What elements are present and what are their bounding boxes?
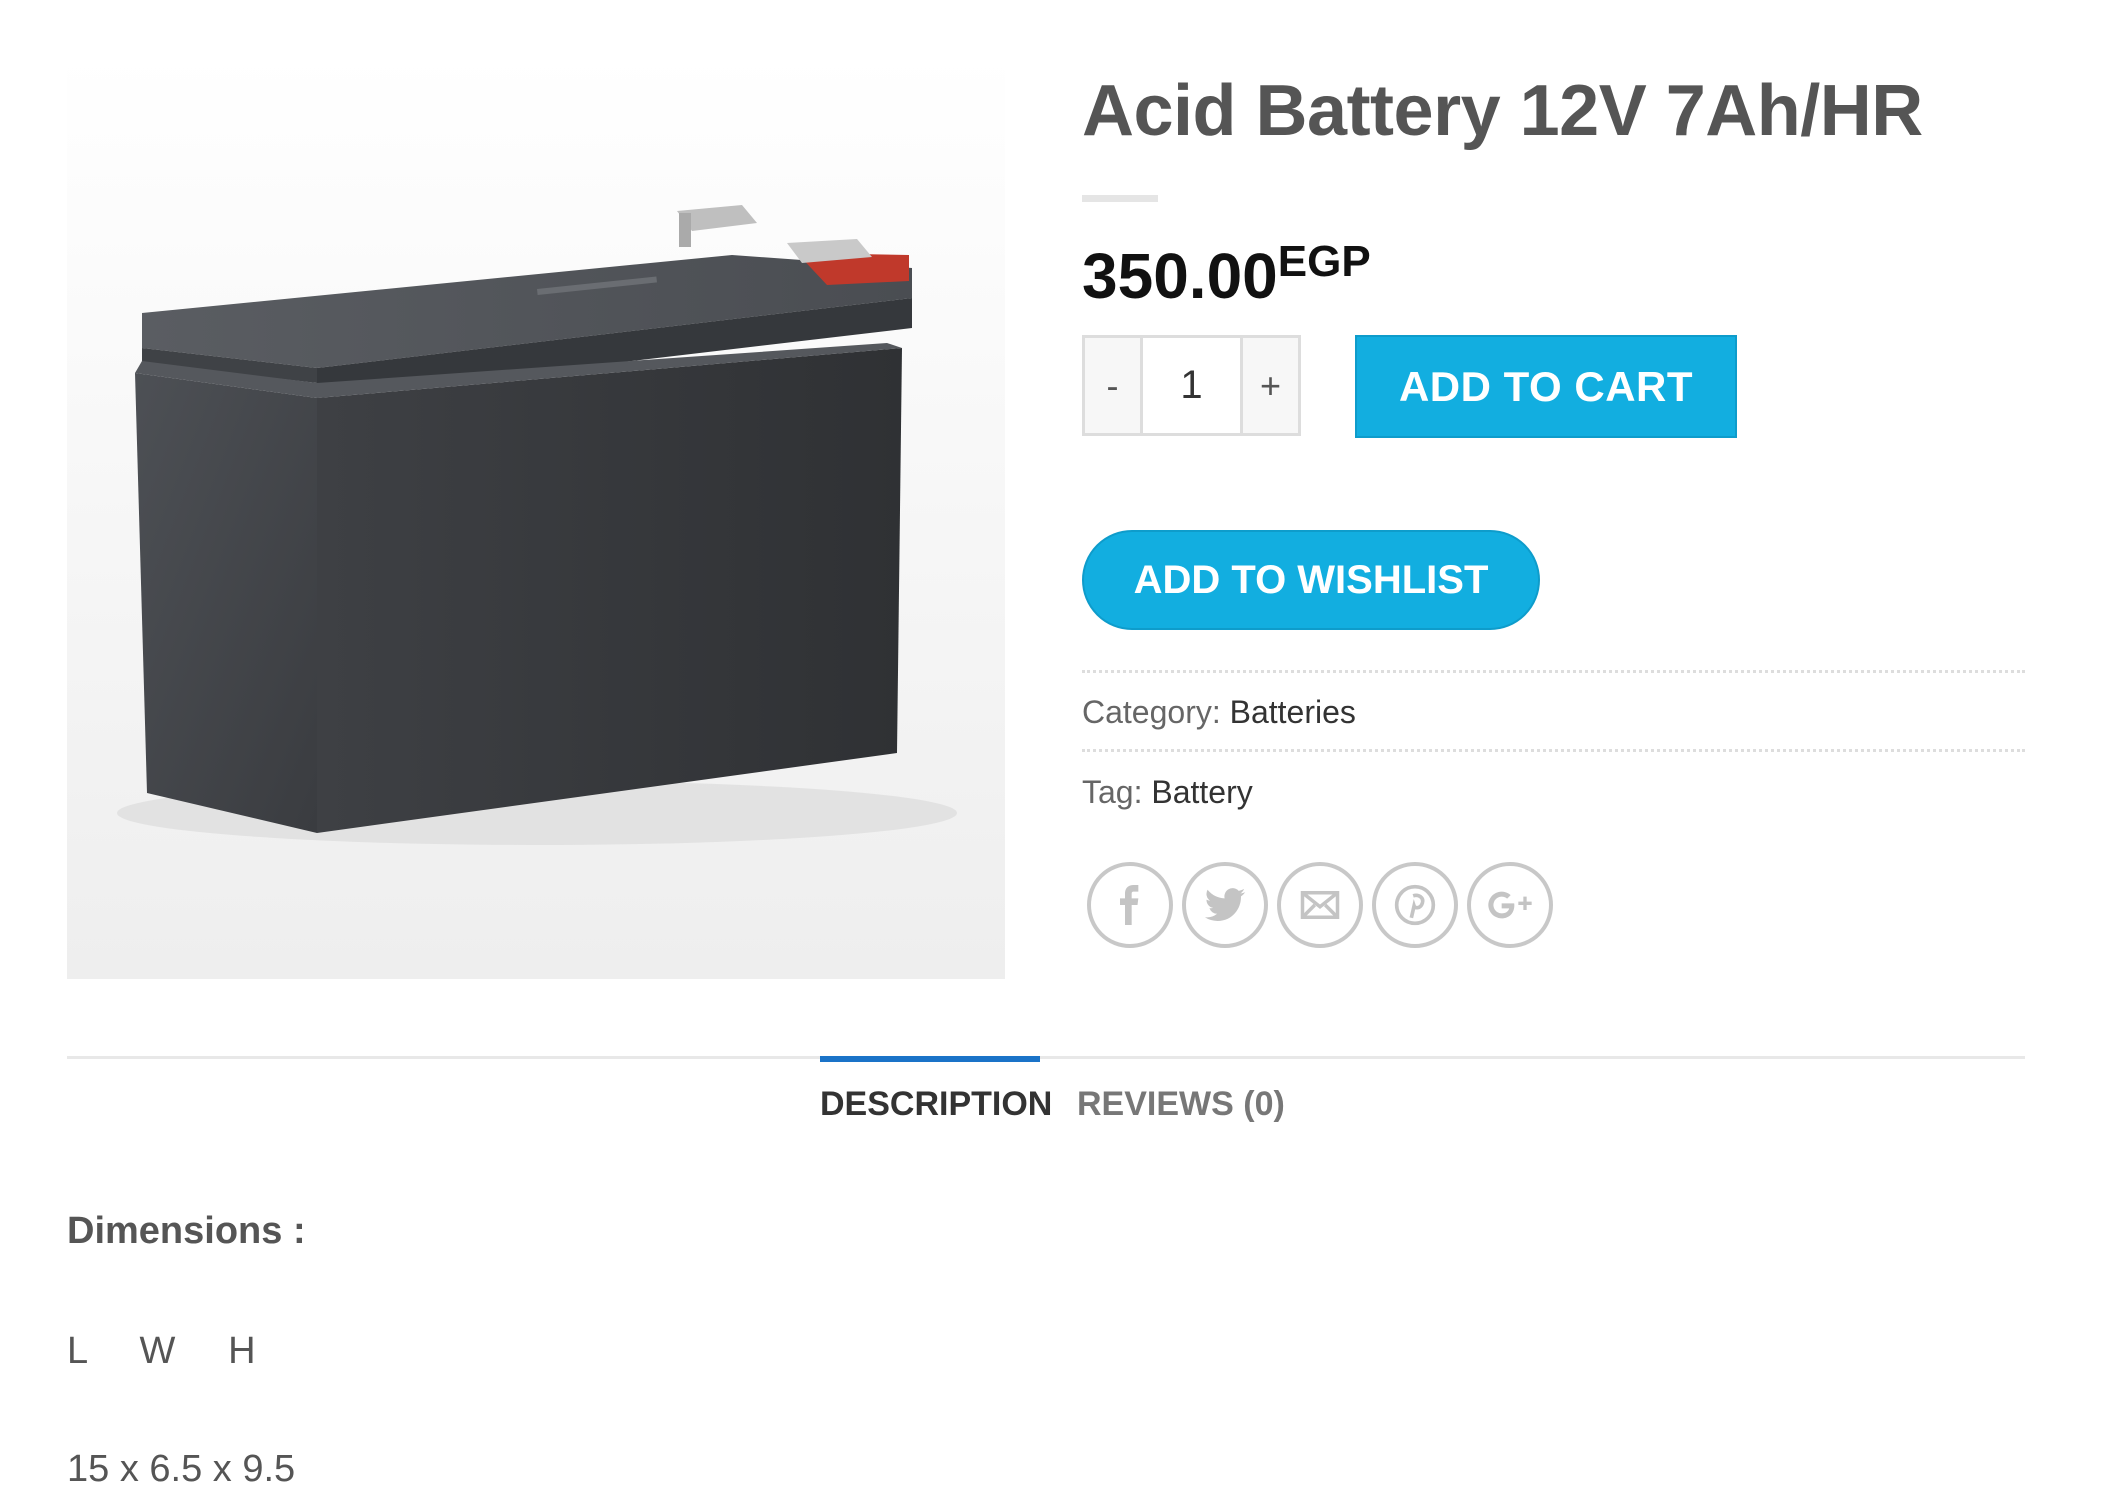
product-price: 350.00EGP	[1082, 237, 1371, 314]
dimensions-axes: L W H	[67, 1330, 256, 1372]
quantity-stepper: - 1 +	[1082, 335, 1301, 436]
battery-illustration	[67, 53, 1005, 979]
add-to-cart-button[interactable]: ADD TO CART	[1355, 335, 1737, 438]
quantity-input[interactable]: 1	[1140, 338, 1243, 433]
tag-label: Tag:	[1082, 774, 1143, 810]
category-label: Category:	[1082, 694, 1221, 730]
tab-active-indicator	[820, 1056, 1040, 1062]
google-plus-icon	[1488, 891, 1532, 919]
tag-link[interactable]: Battery	[1151, 774, 1252, 810]
meta-divider	[1082, 670, 2025, 673]
category-link[interactable]: Batteries	[1230, 694, 1356, 730]
dimensions-values: 15 x 6.5 x 9.5	[67, 1448, 296, 1490]
product-tag: Tag: Battery	[1082, 772, 1253, 812]
share-pinterest-button[interactable]	[1372, 862, 1458, 948]
tabs-divider	[67, 1056, 2025, 1059]
title-divider	[1082, 195, 1158, 202]
share-google-plus-button[interactable]	[1467, 862, 1553, 948]
share-twitter-button[interactable]	[1182, 862, 1268, 948]
tab-reviews[interactable]: REVIEWS (0)	[1077, 1085, 1285, 1124]
facebook-icon	[1120, 885, 1139, 925]
tab-description[interactable]: DESCRIPTION	[820, 1085, 1052, 1124]
social-share	[1087, 862, 1553, 948]
add-to-wishlist-button[interactable]: ADD TO WISHLIST	[1082, 530, 1540, 630]
email-icon	[1300, 891, 1340, 919]
share-facebook-button[interactable]	[1087, 862, 1173, 948]
dimensions-heading: Dimensions :	[67, 1210, 306, 1252]
product-category: Category: Batteries	[1082, 692, 1356, 732]
pinterest-icon	[1394, 884, 1436, 926]
twitter-icon	[1204, 888, 1246, 921]
meta-divider	[1082, 749, 2025, 752]
price-currency: EGP	[1277, 237, 1371, 286]
quantity-minus-button[interactable]: -	[1085, 338, 1140, 433]
price-amount: 350.00	[1082, 240, 1278, 312]
quantity-plus-button[interactable]: +	[1243, 338, 1298, 433]
share-email-button[interactable]	[1277, 862, 1363, 948]
product-title: Acid Battery 12V 7Ah/HR	[1082, 71, 1923, 151]
product-image[interactable]	[67, 53, 1005, 979]
